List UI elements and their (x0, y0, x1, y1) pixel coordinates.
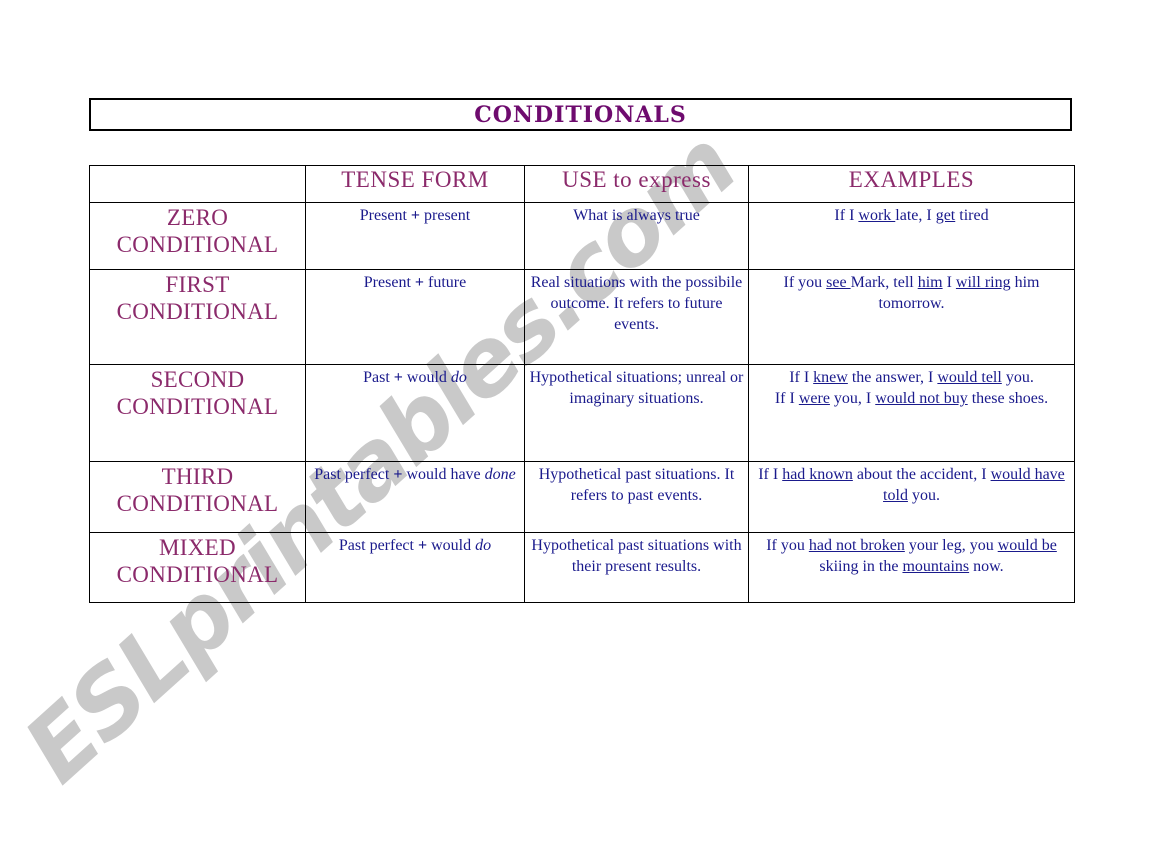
row-use-cell: Hypothetical past situations. It refers … (524, 461, 749, 533)
row-examples-text: If I had known about the accident, I wou… (758, 466, 1065, 505)
row-examples-cell: If you had not broken your leg, you woul… (748, 532, 1075, 603)
row-use-text: Hypothetical past situations with their … (531, 537, 742, 576)
row-examples-cell: If I work late, I get tired (748, 202, 1075, 270)
row-tense-form-text: Past + would do (363, 369, 467, 386)
header-cell-examples: EXAMPLES (748, 165, 1075, 203)
row-examples-text: If you had not broken your leg, you woul… (766, 537, 1057, 576)
row-type-cell: FIRST CONDITIONAL (89, 269, 306, 365)
row-tense-form-cell: Present + present (305, 202, 525, 270)
row-tense-form-text: Past perfect + would do (338, 537, 492, 554)
row-examples-text: If I work late, I get tired (834, 207, 989, 224)
row-type-cell: THIRD CONDITIONAL (89, 461, 306, 533)
row-type-cell: ZERO CONDITIONAL (89, 202, 306, 270)
row-use-text: What is always true (573, 207, 700, 224)
header-cell-tense-form: TENSE FORM (305, 165, 525, 203)
header-label-tense-form: TENSE FORM (341, 167, 489, 192)
row-use-cell: Hypothetical past situations with their … (524, 532, 749, 603)
watermark: ESLprintables.com (4, 112, 940, 860)
header-cell-use: USE to express (524, 165, 749, 203)
row-type-label: THIRD CONDITIONAL (116, 464, 279, 516)
row-type-label: ZERO CONDITIONAL (116, 205, 279, 257)
row-tense-form-text: Past perfect + would have done (314, 466, 516, 483)
row-examples-cell: If you see Mark, tell him I will ring hi… (748, 269, 1075, 365)
row-type-cell: MIXED CONDITIONAL (89, 532, 306, 603)
table-row: SECOND CONDITIONAL Past + would do Hypoth… (89, 364, 1075, 462)
row-type-label: SECOND CONDITIONAL (116, 367, 279, 419)
header-cell-type (89, 165, 306, 203)
row-examples-text: If I knew the answer, I would tell you. I… (774, 369, 1049, 408)
row-tense-form-cell: Present + future (305, 269, 525, 365)
table-header-row: TENSE FORM USE to express EXAMPLES (89, 165, 1075, 203)
row-use-text: Hypothetical past situations. It refers … (538, 466, 735, 505)
table-row: ZERO CONDITIONAL Present + present What i… (89, 202, 1075, 270)
row-type-label: MIXED CONDITIONAL (116, 535, 279, 587)
row-examples-cell: If I had known about the accident, I wou… (748, 461, 1075, 533)
row-tense-form-cell: Past perfect + would have done (305, 461, 525, 533)
header-label-use: USE to express (562, 167, 711, 192)
row-use-text: Real situations with the possibile outco… (530, 274, 743, 334)
row-tense-form-text: Present + present (359, 207, 471, 224)
row-use-text: Hypothetical situations; unreal or imagi… (529, 369, 744, 408)
conditionals-table: TENSE FORM USE to express EXAMPLES ZERO C… (89, 165, 1075, 603)
row-use-cell: Hypothetical situations; unreal or imagi… (524, 364, 749, 462)
row-tense-form-text: Present + future (363, 274, 467, 291)
table-row: FIRST CONDITIONAL Present + future Real s… (89, 269, 1075, 365)
row-type-cell: SECOND CONDITIONAL (89, 364, 306, 462)
table-row: THIRD CONDITIONAL Past perfect + would ha… (89, 461, 1075, 533)
row-type-label: FIRST CONDITIONAL (116, 272, 279, 324)
row-examples-cell: If I knew the answer, I would tell you. I… (748, 364, 1075, 462)
row-use-cell: Real situations with the possibile outco… (524, 269, 749, 365)
page-title: CONDITIONALS (474, 101, 687, 128)
row-use-cell: What is always true (524, 202, 749, 270)
row-examples-text: If you see Mark, tell him I will ring hi… (783, 274, 1040, 313)
row-tense-form-cell: Past + would do (305, 364, 525, 462)
header-label-examples: EXAMPLES (848, 167, 975, 192)
row-tense-form-cell: Past perfect + would do (305, 532, 525, 603)
worksheet-title-box: CONDITIONALS (89, 98, 1072, 131)
table-row: MIXED CONDITIONAL Past perfect + would do… (89, 532, 1075, 603)
